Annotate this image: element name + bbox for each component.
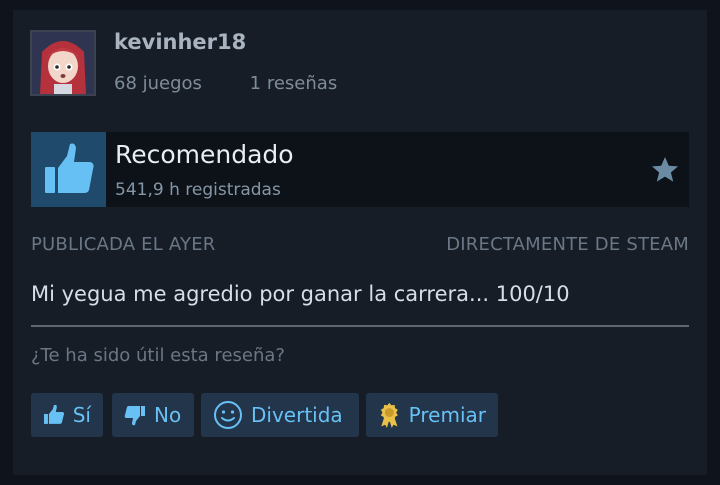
thumbs-up-icon (45, 143, 94, 193)
award-button[interactable]: Premiar (366, 393, 498, 437)
helpful-question: ¿Te ha sido útil esta reseña? (31, 345, 285, 366)
no-label: No (154, 403, 182, 427)
award-icon (380, 402, 398, 428)
award-label: Premiar (408, 403, 486, 427)
thumbs-up-badge (31, 132, 106, 207)
yes-button[interactable]: Sí (31, 393, 103, 437)
posted-date: PUBLICADA EL AYER (31, 234, 216, 255)
avatar[interactable] (30, 30, 96, 96)
username[interactable]: kevinher18 (114, 30, 246, 54)
user-stats: 68 juegos 1 reseñas (114, 73, 337, 94)
review-verdict: Recomendado 541,9 h registradas (31, 132, 689, 207)
verdict-label: Recomendado (115, 140, 294, 169)
thumbs-up-icon (43, 404, 65, 424)
star-icon[interactable] (649, 154, 681, 186)
review-text: Mi yegua me agredio por ganar la carrera… (31, 282, 570, 306)
reviews-count[interactable]: 1 reseñas (250, 73, 338, 94)
review-source: DIRECTAMENTE DE STEAM (446, 234, 689, 255)
yes-label: Sí (72, 403, 91, 427)
smiley-icon (214, 401, 242, 429)
avatar-image (32, 32, 94, 94)
divider (31, 325, 689, 327)
funny-label: Divertida (251, 403, 343, 427)
no-button[interactable]: No (112, 393, 194, 437)
games-count[interactable]: 68 juegos (114, 73, 202, 94)
playtime: 541,9 h registradas (115, 180, 281, 200)
thumbs-down-icon (124, 406, 145, 426)
funny-button[interactable]: Divertida (201, 393, 359, 437)
